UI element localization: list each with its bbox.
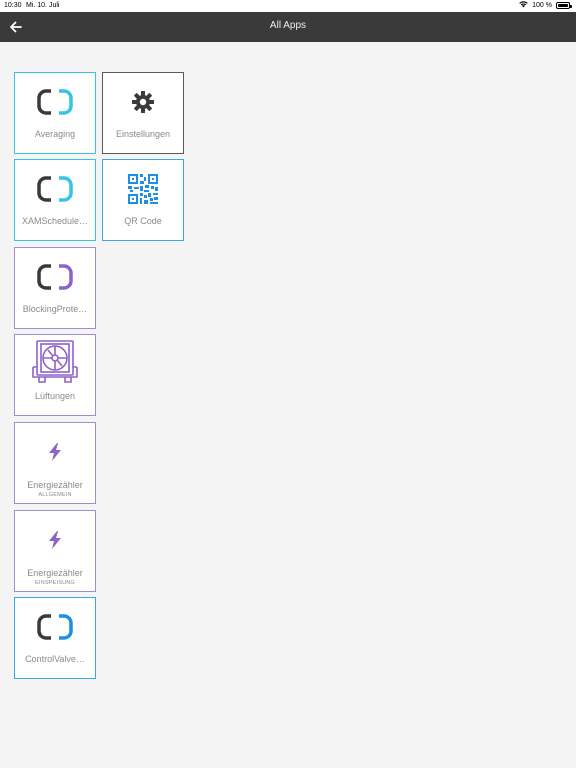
app-tile-energiezaehler-allgemein[interactable]: Energiezähler ALLGEMEIN [14, 422, 96, 504]
battery-icon [556, 2, 572, 9]
logo-icon [15, 85, 95, 119]
app-tile-qr-code[interactable]: QR Code [102, 159, 184, 241]
logo-icon [15, 260, 95, 294]
app-tile-energiezaehler-einspeisung[interactable]: Energiezähler EINSPEISUNG [14, 510, 96, 592]
app-tile-xamschedule[interactable]: XAMSchedule… [14, 159, 96, 241]
lightning-icon [15, 435, 95, 469]
battery-percent: 100 % [532, 2, 552, 9]
app-tile-averaging[interactable]: Averaging [14, 72, 96, 154]
app-label: Energiezähler [27, 568, 83, 578]
app-tile-einstellungen[interactable]: Einstellungen [102, 72, 184, 154]
status-right: 100 % [519, 1, 572, 10]
status-bar: 10:30 Mi. 10. Juli 100 % [0, 0, 576, 12]
app-tile-lueftungen[interactable]: Lüftungen [14, 334, 96, 416]
logo-icon [15, 610, 95, 644]
app-label: Einstellungen [115, 129, 171, 139]
app-sublabel: EINSPEISUNG [35, 580, 75, 586]
app-label: BlockingProte… [22, 304, 88, 314]
app-label: Energiezähler [27, 480, 83, 490]
app-tile-controlvalve[interactable]: ControlValve… [14, 597, 96, 679]
nav-bar: All Apps [0, 12, 576, 42]
app-tile-blockingprotection[interactable]: BlockingProte… [14, 247, 96, 329]
logo-icon [15, 172, 95, 206]
app-label: Lüftungen [34, 391, 76, 401]
wifi-icon [519, 1, 528, 10]
app-label: QR Code [124, 216, 162, 226]
app-label: ControlValve… [25, 654, 85, 664]
qr-code-icon [103, 172, 183, 206]
status-time: 10:30 [4, 2, 22, 9]
app-label: Averaging [34, 129, 76, 139]
status-date: Mi. 10. Juli [26, 2, 60, 9]
page-title: All Apps [269, 20, 307, 31]
ventilation-unit-icon [15, 339, 95, 385]
app-sublabel: ALLGEMEIN [38, 492, 72, 498]
gear-icon [103, 85, 183, 119]
app-label: XAMSchedule… [21, 216, 89, 226]
lightning-icon [15, 523, 95, 557]
